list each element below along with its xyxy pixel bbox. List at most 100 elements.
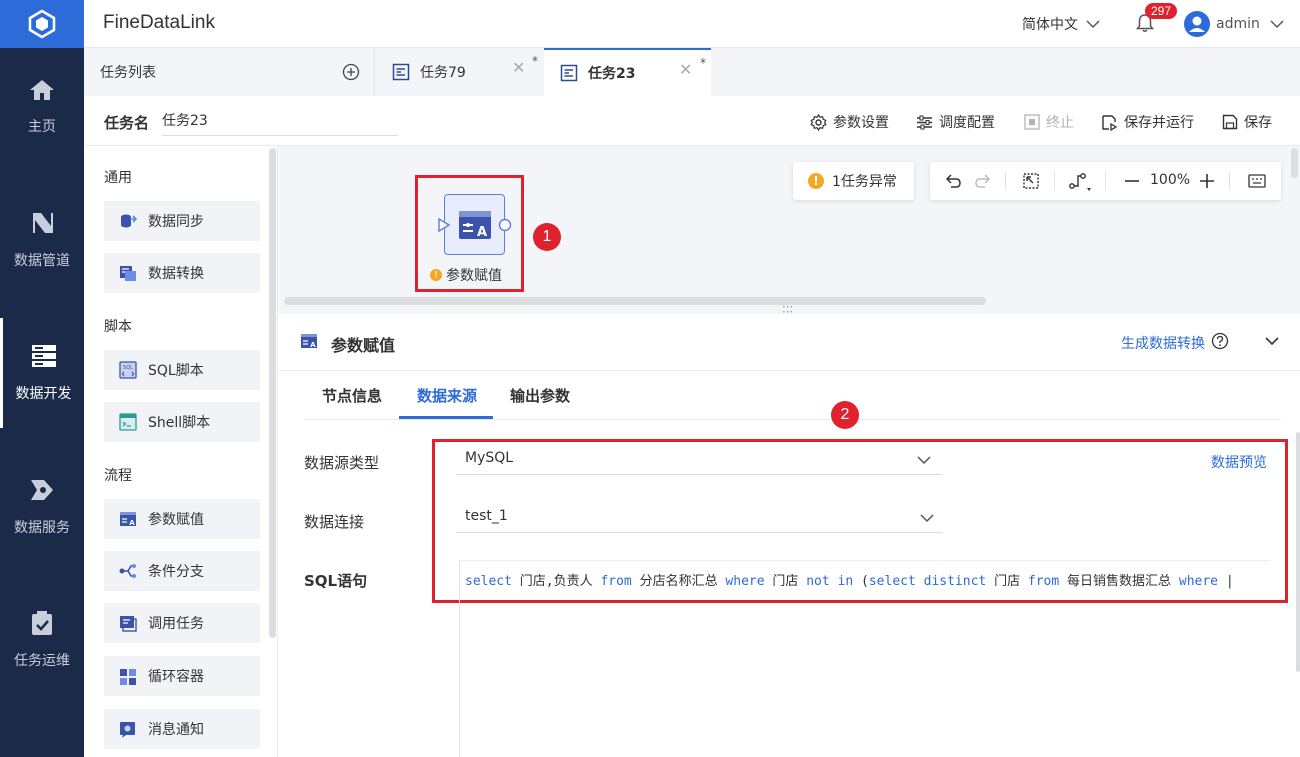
warning-icon: ! xyxy=(808,173,824,189)
task-name-input[interactable]: 任务23 xyxy=(162,110,398,136)
message-icon xyxy=(118,720,138,738)
palette-item-data-transform[interactable]: 数据转换 xyxy=(104,253,260,293)
resize-handle[interactable]: ⋯ ⋯ xyxy=(782,301,795,317)
save-label: 保存 xyxy=(1244,115,1272,131)
tab-task23[interactable]: 任务23 ✕ * xyxy=(544,48,711,96)
palette-item-message-notify[interactable]: 消息通知 xyxy=(104,709,260,749)
pipeline-icon xyxy=(33,213,53,233)
palette-item-label: 调用任务 xyxy=(148,616,204,632)
tab-node-info[interactable]: 节点信息 xyxy=(322,385,382,406)
canvas-hscrollbar[interactable] xyxy=(284,297,986,305)
flow-canvas[interactable]: A ! 参数赋值 1 ! 1任务异常 100% ⋯ ⋯ xyxy=(279,146,1300,317)
node-label: 参数赋值 xyxy=(446,268,502,284)
save-icon xyxy=(1222,114,1238,130)
nav-item-home[interactable]: 主页 xyxy=(0,52,84,162)
sql-keyword: from xyxy=(600,574,632,589)
schedule-config-button[interactable]: 调度配置 xyxy=(916,112,995,132)
data-sync-icon xyxy=(118,212,138,230)
sql-text: ( xyxy=(853,574,869,589)
divider xyxy=(1105,172,1106,190)
task-list-tab[interactable]: 任务列表 xyxy=(84,48,375,96)
help-icon[interactable] xyxy=(1211,332,1229,350)
palette-item-shell-script[interactable]: Shell脚本 xyxy=(104,402,260,442)
nav-item-dev[interactable]: 数据开发 xyxy=(0,318,84,428)
nav-item-label: 任务运维 xyxy=(14,653,70,669)
tab-output-params[interactable]: 输出参数 xyxy=(510,385,570,406)
palette-item-condition-branch[interactable]: 条件分支 xyxy=(104,551,260,591)
redo-icon[interactable] xyxy=(974,172,992,190)
app-logo[interactable] xyxy=(0,0,84,48)
tab-label: 任务79 xyxy=(420,65,466,81)
canvas-node-param-assign[interactable]: A xyxy=(444,194,505,255)
save-run-icon xyxy=(1102,114,1118,131)
sql-editor[interactable]: select 门店,负责人 from 分店名称汇总 where 门店 not i… xyxy=(459,560,1270,757)
panel-scrollbar[interactable] xyxy=(1296,432,1300,672)
data-preview-link[interactable]: 数据预览 xyxy=(1211,452,1267,472)
param-settings-button[interactable]: 参数设置 xyxy=(810,112,889,132)
unsaved-mark: * xyxy=(700,56,706,70)
tab-data-source[interactable]: 数据来源 xyxy=(417,385,477,406)
sql-keyword: select distinct xyxy=(868,574,987,589)
zoom-out-icon[interactable] xyxy=(1124,172,1140,190)
task-icon xyxy=(392,63,410,81)
nav-item-service[interactable]: 数据服务 xyxy=(0,452,84,562)
palette-item-label: 消息通知 xyxy=(148,722,204,738)
sql-keyword: where xyxy=(1178,574,1219,589)
sql-keyword: not in xyxy=(806,574,854,589)
palette-item-param-assign[interactable]: A 参数赋值 xyxy=(104,499,260,539)
close-icon[interactable]: ✕ xyxy=(512,58,525,77)
fit-view-icon[interactable] xyxy=(1022,172,1040,190)
add-icon[interactable] xyxy=(342,63,360,81)
source-type-select[interactable]: MySQL xyxy=(456,445,942,475)
chevron-down-icon xyxy=(917,456,931,465)
error-status-badge[interactable]: ! 1任务异常 xyxy=(793,162,914,200)
unsaved-mark: * xyxy=(532,54,538,68)
palette-item-label: 条件分支 xyxy=(148,564,204,580)
task-name-row: 任务名 任务23 参数设置 调度配置 终止 保存并运行 保存 xyxy=(84,96,1300,146)
divider xyxy=(304,419,1281,420)
keyboard-icon[interactable] xyxy=(1248,173,1266,189)
output-port-icon[interactable] xyxy=(498,218,512,232)
connection-select[interactable]: test_1 xyxy=(456,503,942,533)
node-palette: 通用 数据同步 数据转换 脚本 SQL SQL脚本 Shell脚本 流程 A 参… xyxy=(84,146,278,757)
palette-item-label: 参数赋值 xyxy=(148,512,204,528)
close-icon[interactable]: ✕ xyxy=(679,60,692,79)
param-settings-label: 参数设置 xyxy=(833,115,889,131)
palette-item-label: SQL脚本 xyxy=(148,363,204,379)
terminate-button[interactable]: 终止 xyxy=(1024,112,1074,132)
sql-keyword: select xyxy=(465,574,512,589)
palette-item-sql-script[interactable]: SQL SQL脚本 xyxy=(104,350,260,390)
nav-item-pipeline[interactable]: 数据管道 xyxy=(0,185,84,295)
language-selector[interactable]: 简体中文 xyxy=(1022,14,1100,34)
zoom-in-icon[interactable] xyxy=(1199,172,1215,190)
branch-icon xyxy=(118,562,138,580)
divider xyxy=(1054,172,1055,190)
tab-task79[interactable]: 任务79 ✕ * xyxy=(376,48,544,96)
shell-icon xyxy=(118,413,138,431)
nav-item-ops[interactable]: 任务运维 xyxy=(0,585,84,695)
user-menu[interactable]: admin xyxy=(1184,11,1284,37)
canvas-vscrollbar[interactable] xyxy=(1291,148,1298,178)
properties-panel: A 参数赋值 生成数据转换 节点信息 数据来源 输出参数 2 数据源类型 MyS… xyxy=(279,314,1300,757)
gear-icon xyxy=(810,113,827,131)
svg-text:A: A xyxy=(129,519,135,527)
palette-scrollbar[interactable] xyxy=(269,148,276,638)
undo-icon[interactable] xyxy=(944,172,962,190)
palette-item-label: 数据同步 xyxy=(148,214,204,230)
connection-value: test_1 xyxy=(465,508,508,524)
chevron-down-icon xyxy=(1270,20,1284,29)
palette-item-loop-container[interactable]: 循环容器 xyxy=(104,656,260,696)
palette-item-data-sync[interactable]: 数据同步 xyxy=(104,201,260,241)
save-run-button[interactable]: 保存并运行 xyxy=(1101,112,1194,132)
notification-badge: 297 xyxy=(1145,3,1178,19)
input-port-icon[interactable] xyxy=(437,217,451,233)
divider xyxy=(279,370,1300,371)
language-label: 简体中文 xyxy=(1022,17,1078,33)
chevron-down-icon[interactable] xyxy=(1264,335,1280,347)
app-title: FineDataLink xyxy=(103,12,215,33)
save-button[interactable]: 保存 xyxy=(1222,112,1272,132)
source-type-value: MySQL xyxy=(465,450,514,466)
palette-item-call-task[interactable]: 调用任务 xyxy=(104,603,260,643)
layout-icon[interactable] xyxy=(1068,172,1092,192)
generate-transform-link[interactable]: 生成数据转换 xyxy=(1121,333,1205,353)
